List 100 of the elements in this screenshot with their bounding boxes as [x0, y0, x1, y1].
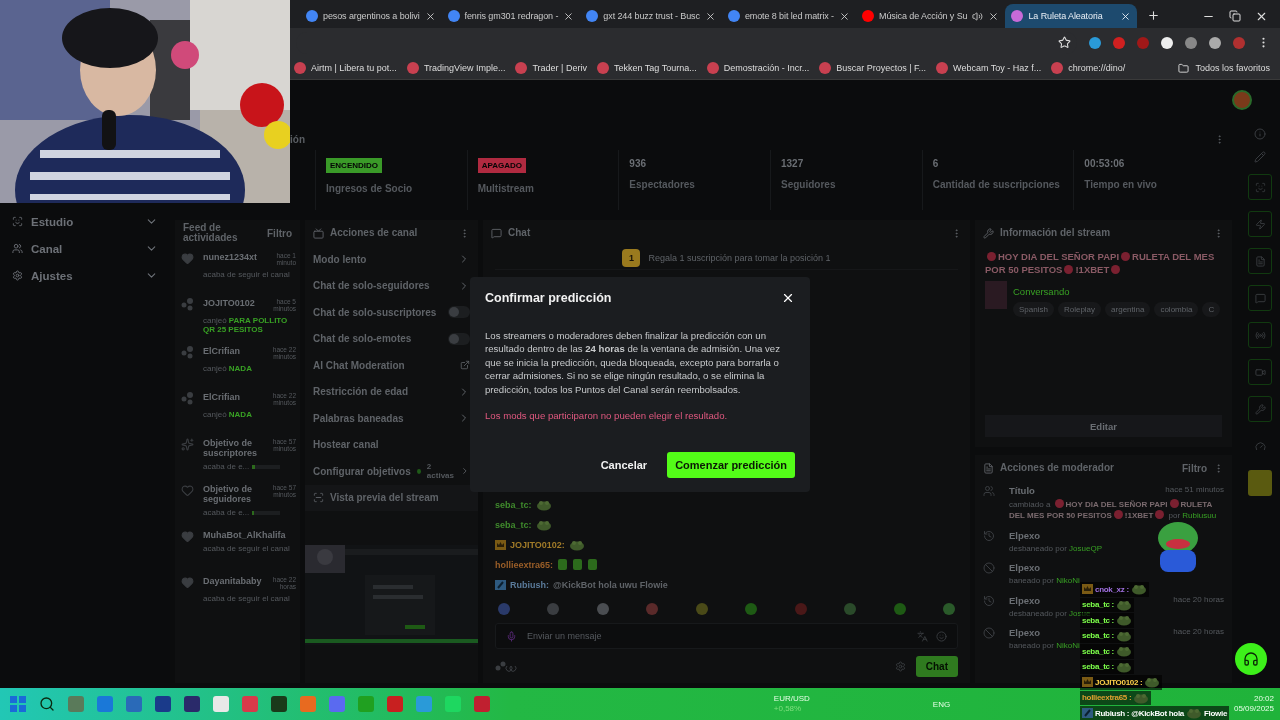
- smile-icon[interactable]: [936, 630, 947, 642]
- studio-button[interactable]: [1248, 174, 1272, 200]
- tag[interactable]: colombia: [1154, 301, 1199, 317]
- emote-icon[interactable]: [843, 602, 858, 616]
- action-item[interactable]: Palabras baneadas: [305, 405, 478, 432]
- close-icon[interactable]: [424, 10, 436, 22]
- tag[interactable]: C: [1202, 301, 1221, 317]
- puzzle-icon[interactable]: [1185, 36, 1197, 49]
- app-icon[interactable]: [155, 696, 171, 712]
- app-icon[interactable]: [358, 696, 374, 712]
- close-icon[interactable]: [839, 10, 850, 22]
- search-icon[interactable]: [39, 696, 55, 712]
- chat-username[interactable]: hollieextra65:: [495, 559, 554, 570]
- new-tab-icon[interactable]: [1147, 9, 1161, 22]
- extension-icon[interactable]: [1161, 36, 1173, 49]
- close-icon[interactable]: [1255, 10, 1268, 23]
- tag[interactable]: Roleplay: [1057, 301, 1102, 317]
- action-item[interactable]: Restricción de edad: [305, 378, 478, 405]
- emote-icon[interactable]: [645, 602, 660, 616]
- rail-button[interactable]: [1248, 470, 1272, 496]
- app-icon[interactable]: [474, 696, 490, 712]
- app-icon[interactable]: [68, 696, 84, 712]
- app-icon[interactable]: [329, 696, 345, 712]
- bookmark[interactable]: chrome://dino/: [1051, 62, 1126, 74]
- camera-button[interactable]: [1248, 359, 1272, 385]
- app-icon[interactable]: [445, 696, 461, 712]
- emote-icon[interactable]: [694, 602, 709, 616]
- app-icon[interactable]: [416, 696, 432, 712]
- bookmark[interactable]: Airtm | Libera tu pot...: [294, 62, 397, 74]
- profile-icon[interactable]: [1233, 36, 1245, 49]
- emote-icon[interactable]: [744, 602, 759, 616]
- app-icon[interactable]: [271, 696, 287, 712]
- category-link[interactable]: Conversando: [1013, 285, 1070, 297]
- browser-tab[interactable]: gxt 244 buzz trust - Busc: [580, 4, 722, 28]
- lightning-button[interactable]: [1248, 211, 1272, 237]
- cancel-button[interactable]: Cancelar: [594, 458, 654, 472]
- toggle-switch[interactable]: [448, 332, 470, 345]
- browser-tab[interactable]: Música de Acción y Su: [856, 4, 1006, 28]
- browser-tab[interactable]: emote 8 bit led matrix -: [721, 4, 856, 28]
- browser-tab[interactable]: pesos argentinos a bolivi: [300, 4, 442, 28]
- action-item[interactable]: Modo lento: [305, 246, 478, 273]
- message-field[interactable]: Enviar un mensaje: [525, 630, 909, 642]
- filter-link[interactable]: Filtro: [267, 227, 292, 239]
- chat-username[interactable]: JOJITO0102:: [510, 539, 565, 550]
- app-icon[interactable]: [213, 696, 229, 712]
- chat-username[interactable]: seba_tc:: [495, 499, 532, 510]
- info-icon[interactable]: [1254, 128, 1266, 140]
- language-indicator[interactable]: ENG: [932, 699, 951, 709]
- filter-link[interactable]: Filtro: [1182, 462, 1207, 474]
- nav-item[interactable]: Canal: [0, 239, 170, 258]
- confirm-button[interactable]: Comenzar predicción: [667, 452, 795, 478]
- translate-icon[interactable]: [917, 630, 928, 642]
- app-icon[interactable]: [242, 696, 258, 712]
- edit-button[interactable]: Editar: [985, 415, 1222, 437]
- action-item[interactable]: AI Chat Moderation: [305, 352, 478, 379]
- chat-send-button[interactable]: Chat: [915, 655, 958, 677]
- emote-icon[interactable]: [595, 602, 610, 616]
- bookmark[interactable]: Tekken Tag Tourna...: [596, 62, 697, 74]
- emote-icon[interactable]: [497, 602, 511, 616]
- bookmark[interactable]: Demostración - Incr...: [706, 62, 810, 74]
- action-item[interactable]: Chat de solo-seguidores: [305, 272, 478, 299]
- wrench-button[interactable]: [1248, 396, 1272, 422]
- app-icon[interactable]: [126, 696, 142, 712]
- message-bar[interactable]: Enviar un mensaje: [495, 623, 958, 649]
- windows-icon[interactable]: [10, 696, 26, 712]
- emote-icon[interactable]: [793, 602, 808, 616]
- broadcast-button[interactable]: [1248, 322, 1272, 348]
- bookmark[interactable]: Buscar Proyectos | F...: [819, 62, 927, 74]
- restore-icon[interactable]: [1229, 10, 1241, 22]
- close-icon[interactable]: [704, 10, 716, 22]
- settings-icon[interactable]: [894, 660, 906, 672]
- document-button[interactable]: [1248, 248, 1272, 274]
- bookmark[interactable]: Trader | Deriv: [515, 62, 587, 74]
- action-item[interactable]: Chat de solo-emotes: [305, 325, 478, 352]
- nav-item[interactable]: Estudio: [0, 212, 170, 231]
- browser-tab[interactable]: fenris gm301 redragon -: [441, 4, 581, 28]
- bookmark[interactable]: Webcam Toy - Haz f...: [936, 62, 1042, 74]
- action-item[interactable]: Chat de solo-suscriptores: [305, 299, 478, 326]
- close-icon[interactable]: [1120, 10, 1132, 22]
- emote-icon[interactable]: [546, 602, 561, 616]
- app-icon[interactable]: [97, 696, 113, 712]
- bookmark[interactable]: Todos los favoritos: [1195, 63, 1270, 73]
- action-item[interactable]: Configurar objetivos 2 activas: [305, 458, 478, 485]
- pencil-icon[interactable]: [1254, 151, 1266, 163]
- close-icon[interactable]: [563, 10, 575, 22]
- chat-username[interactable]: Rubiush:: [510, 579, 549, 590]
- close-icon[interactable]: [781, 291, 795, 305]
- tag[interactable]: argentina: [1105, 301, 1151, 317]
- emote-icon[interactable]: [941, 602, 956, 616]
- close-icon[interactable]: [988, 10, 1000, 22]
- tag[interactable]: Spanish: [1013, 301, 1054, 317]
- chat-button[interactable]: [1248, 285, 1272, 311]
- toggle-switch[interactable]: [448, 306, 470, 319]
- browser-tab[interactable]: La Ruleta Aleatoria: [1005, 4, 1138, 28]
- emote-icon[interactable]: [892, 602, 907, 616]
- app-icon[interactable]: [387, 696, 403, 712]
- media-icon[interactable]: [1209, 36, 1221, 49]
- app-icon[interactable]: [184, 696, 200, 712]
- chat-username[interactable]: seba_tc:: [495, 519, 532, 530]
- nav-item[interactable]: Ajustes: [0, 266, 170, 285]
